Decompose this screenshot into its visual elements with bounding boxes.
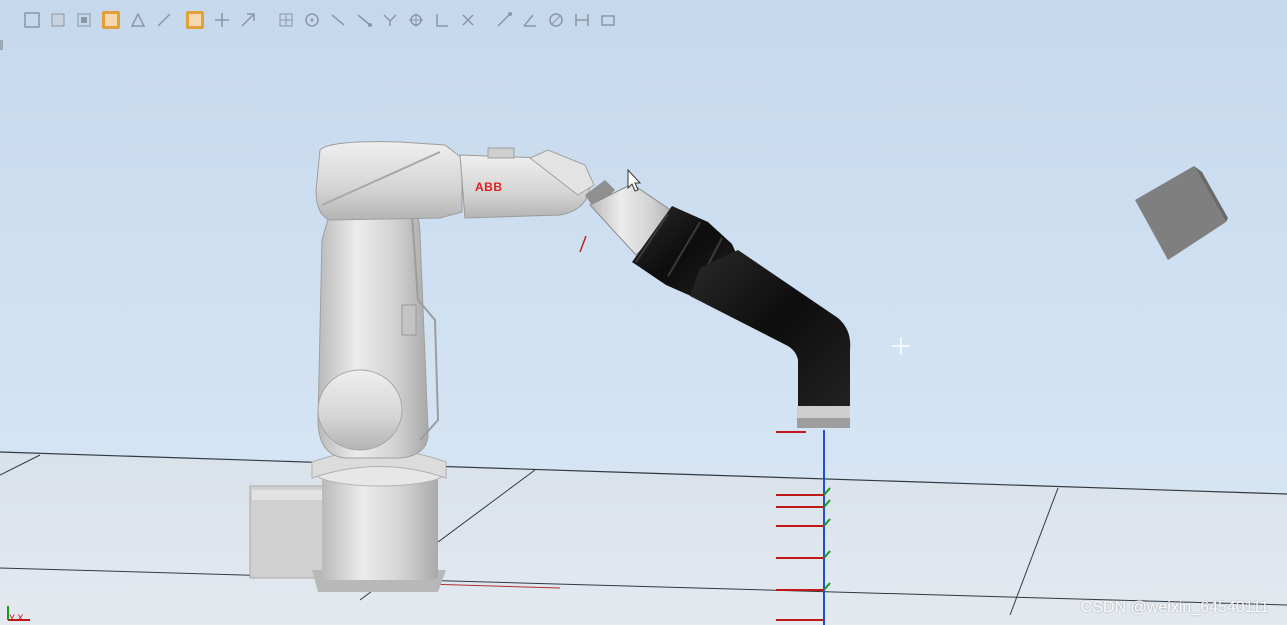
snap-end-icon[interactable]	[354, 10, 374, 30]
watermark-text: CSDN @weixin_64540111	[1080, 599, 1269, 616]
measure-shortest-icon[interactable]	[598, 10, 618, 30]
snap-circle-icon[interactable]	[302, 10, 322, 30]
measure-diameter-icon[interactable]	[546, 10, 566, 30]
measure-point-icon[interactable]	[494, 10, 514, 30]
select-edge-icon[interactable]	[154, 10, 174, 30]
robot-upper-arm[interactable]	[315, 141, 595, 221]
robot-brand-label: ABB	[475, 180, 503, 194]
snap-axis-icon[interactable]	[458, 10, 478, 30]
select-mode-icon[interactable]	[22, 10, 42, 30]
snap-object-icon[interactable]	[186, 11, 204, 29]
measure-angle-icon[interactable]	[520, 10, 540, 30]
scene-canvas[interactable]	[0, 0, 1287, 625]
crosshair-cursor	[892, 337, 910, 355]
select-highlighted-icon[interactable]	[102, 11, 120, 29]
panel-edge-marker	[0, 40, 3, 50]
snap-edge-icon[interactable]	[238, 10, 258, 30]
select-part-icon[interactable]	[48, 10, 68, 30]
axis-y-label: Y	[9, 613, 15, 623]
selection-snap-toolbar	[0, 6, 640, 34]
axis-labels: Y X	[9, 613, 23, 623]
grid-snap-icon[interactable]	[276, 10, 296, 30]
snap-mid-icon[interactable]	[380, 10, 400, 30]
snap-origin-icon[interactable]	[406, 10, 426, 30]
robot-lower-arm[interactable]	[317, 194, 440, 459]
select-group-icon[interactable]	[74, 10, 94, 30]
snap-line-icon[interactable]	[328, 10, 348, 30]
axis-x-label: X	[17, 613, 24, 623]
3d-viewport[interactable]: ABB Y X CSDN @weixin_64540111	[0, 0, 1287, 625]
welding-torch[interactable]	[690, 250, 851, 428]
select-body-icon[interactable]	[128, 10, 148, 30]
workpiece-box[interactable]	[1135, 166, 1228, 260]
snap-center-icon[interactable]	[212, 10, 232, 30]
snap-angle-icon[interactable]	[432, 10, 452, 30]
measure-distance-icon[interactable]	[572, 10, 592, 30]
